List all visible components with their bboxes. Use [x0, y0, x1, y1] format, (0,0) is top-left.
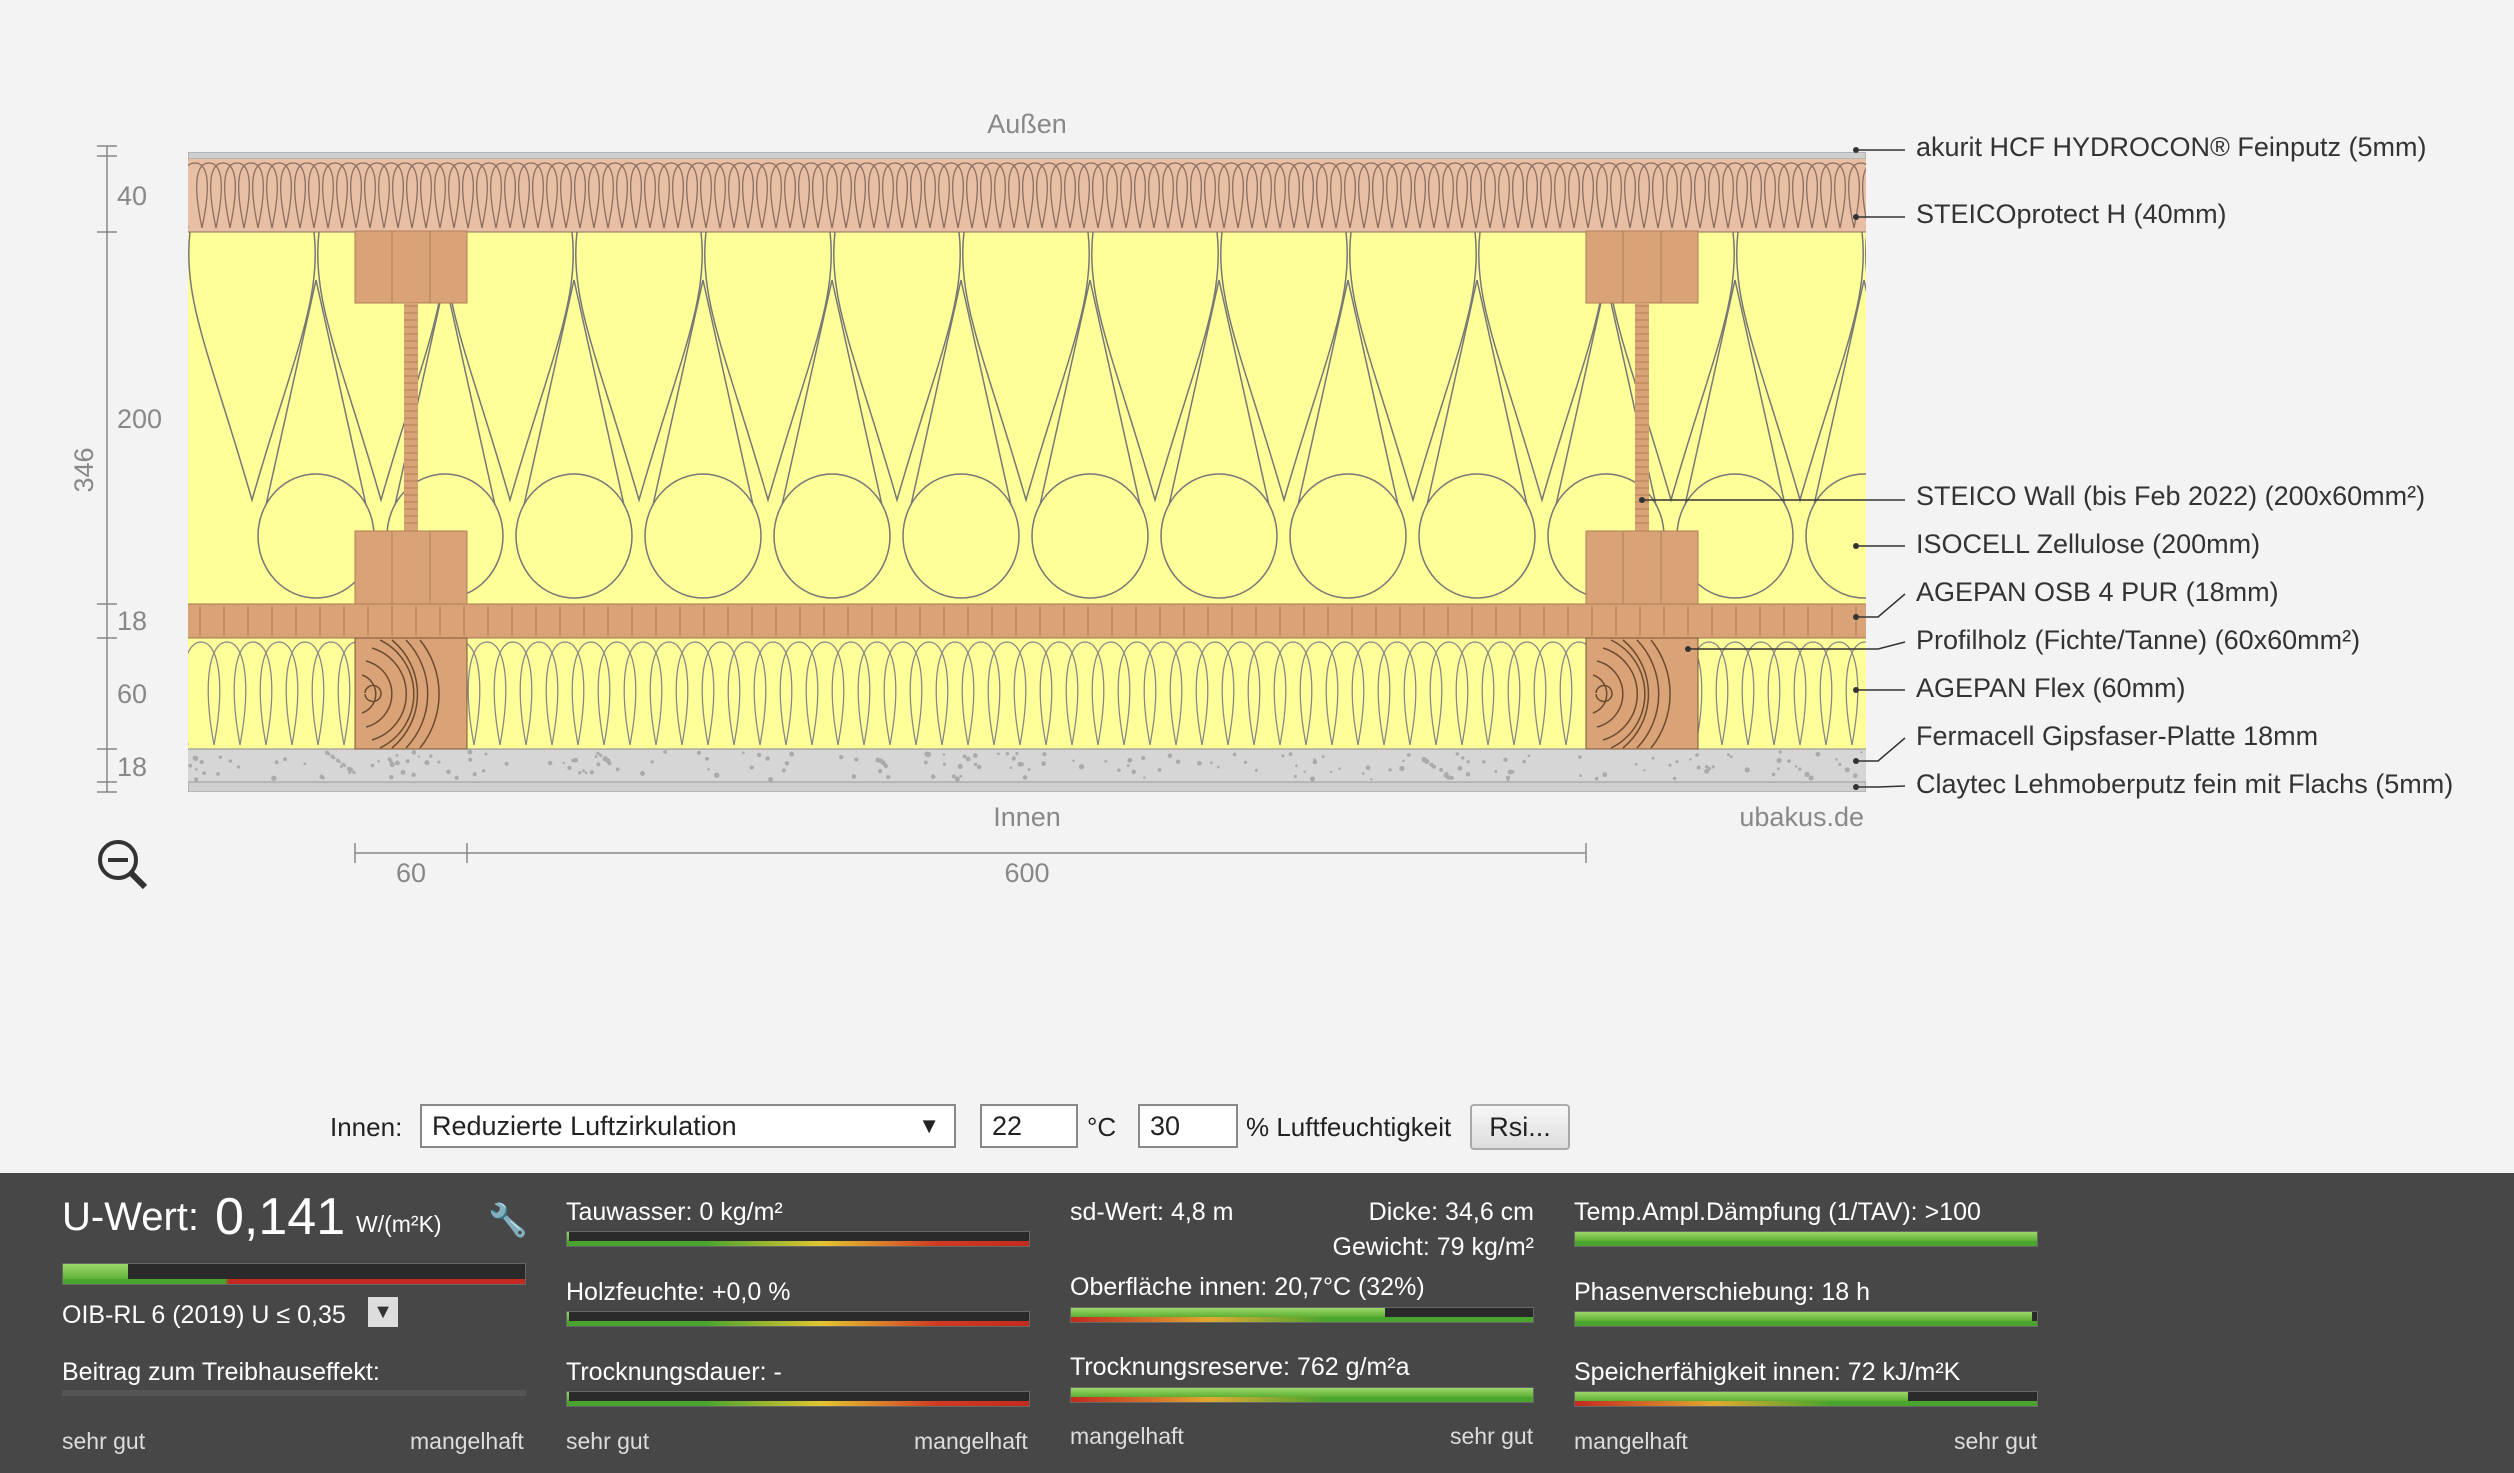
- layer-label-steico-wall[interactable]: STEICO Wall (bis Feb 2022) (200x60mm²): [1916, 481, 2425, 511]
- humidity-unit: % Luftfeuchtigkeit: [1246, 1112, 1452, 1142]
- dim-layer-2: 200: [117, 404, 162, 434]
- oberflaeche-label: Oberfläche innen: 20,7°C (32%): [1070, 1273, 1425, 1301]
- temperature-input[interactable]: 22: [980, 1104, 1078, 1148]
- oberflaeche-bar: [1070, 1307, 1534, 1323]
- indoor-climate-value: Reduzierte Luftzirkulation: [432, 1111, 737, 1141]
- trocknungsdauer-bar: [566, 1391, 1030, 1407]
- scale-good-3: sehr gut: [1450, 1423, 1534, 1449]
- dim-stud-width: 60: [396, 858, 426, 888]
- gewicht-label: Gewicht: 79 kg/m²: [1332, 1233, 1534, 1261]
- layer-label-profilholz[interactable]: Profilholz (Fichte/Tanne) (60x60mm²): [1916, 625, 2360, 655]
- uwert-value: 0,141: [215, 1188, 346, 1246]
- phasen-bar: [1574, 1311, 2038, 1327]
- uwert-bar: [62, 1263, 526, 1285]
- wall-construction-drawing: Außen Innen ubakus.de 346 40 200 18 60 1…: [69, 109, 2453, 890]
- indoor-climate-select[interactable]: Reduzierte Luftzirkulation ▼: [420, 1104, 956, 1148]
- wrench-icon[interactable]: 🔧: [488, 1201, 528, 1239]
- layer-label-fermacell[interactable]: Fermacell Gipsfaser-Platte 18mm: [1916, 721, 2318, 751]
- treibhaus-bar: [62, 1390, 526, 1396]
- sdwert-label: sd-Wert: 4,8 m: [1070, 1198, 1234, 1226]
- norm-label: OIB-RL 6 (2019) U ≤ 0,35: [62, 1301, 346, 1329]
- uwert-unit: W/(m²K): [356, 1211, 442, 1237]
- layer-label-lehmputz[interactable]: Claytec Lehmoberputz fein mit Flachs (5m…: [1916, 769, 2453, 799]
- scale-good-2: sehr gut: [566, 1428, 650, 1454]
- scale-good-1: sehr gut: [62, 1428, 146, 1454]
- norm-dropdown-icon[interactable]: ▼: [368, 1297, 398, 1327]
- holzfeuchte-bar: [566, 1311, 1030, 1327]
- dim-total: 346: [69, 447, 99, 492]
- layer-label-feinputz[interactable]: akurit HCF HYDROCON® Feinputz (5mm): [1916, 132, 2426, 162]
- temperature-unit: °C: [1087, 1112, 1117, 1142]
- dim-layer-1: 40: [117, 181, 147, 211]
- scale-bad-4: mangelhaft: [1574, 1428, 1688, 1454]
- dim-layer-4: 60: [117, 679, 147, 709]
- trocknungsreserve-label: Trocknungsreserve: 762 g/m²a: [1070, 1353, 1410, 1381]
- temp-ampl-bar: [1574, 1231, 2038, 1247]
- layer-label-steicoprotect[interactable]: STEICOprotect H (40mm): [1916, 199, 2227, 229]
- treibhaus-label: Beitrag zum Treibhauseffekt:: [62, 1358, 380, 1386]
- temp-ampl-label: Temp.Ampl.Dämpfung (1/TAV): >100: [1574, 1198, 1981, 1226]
- tauwasser-bar: [566, 1231, 1030, 1247]
- layer-label-osb[interactable]: AGEPAN OSB 4 PUR (18mm): [1916, 577, 2279, 607]
- humidity-input[interactable]: 30: [1138, 1104, 1238, 1148]
- trocknungsreserve-bar: [1070, 1387, 1534, 1403]
- results-panel: U-Wert: 0,141 W/(m²K) 🔧 OIB-RL 6 (2019) …: [0, 1173, 2514, 1473]
- scale-bad-1: mangelhaft: [410, 1428, 524, 1454]
- dimension-lines-left: [97, 145, 117, 793]
- tauwasser-label: Tauwasser: 0 kg/m²: [566, 1198, 783, 1226]
- scale-bad-3: mangelhaft: [1070, 1423, 1184, 1449]
- zoom-out-icon[interactable]: [98, 840, 148, 890]
- phasen-label: Phasenverschiebung: 18 h: [1574, 1278, 1871, 1306]
- watermark: ubakus.de: [1739, 802, 1864, 832]
- inside-label: Innen: [993, 802, 1061, 832]
- dim-stud-spacing: 600: [1004, 858, 1049, 888]
- uwert-label: U-Wert:: [62, 1195, 200, 1239]
- trocknungsdauer-label: Trocknungsdauer: -: [566, 1358, 782, 1386]
- dim-layer-3: 18: [117, 606, 147, 636]
- outside-label: Außen: [987, 109, 1067, 139]
- dimension-lines-bottom: [354, 843, 1587, 863]
- rsi-button[interactable]: Rsi...: [1470, 1104, 1570, 1150]
- layer-label-agepan-flex[interactable]: AGEPAN Flex (60mm): [1916, 673, 2186, 703]
- dicke-label: Dicke: 34,6 cm: [1368, 1198, 1534, 1226]
- layer-label-zellulose[interactable]: ISOCELL Zellulose (200mm): [1916, 529, 2260, 559]
- dim-layer-5: 18: [117, 752, 147, 782]
- innen-label: Innen:: [330, 1112, 403, 1142]
- dropdown-arrow-icon: ▼: [918, 1113, 940, 1138]
- scale-good-4: sehr gut: [1954, 1428, 2038, 1454]
- holzfeuchte-label: Holzfeuchte: +0,0 %: [566, 1278, 791, 1306]
- speicher-label: Speicherfähigkeit innen: 72 kJ/m²K: [1574, 1358, 1961, 1386]
- scale-bad-2: mangelhaft: [914, 1428, 1028, 1454]
- speicher-bar: [1574, 1391, 2038, 1407]
